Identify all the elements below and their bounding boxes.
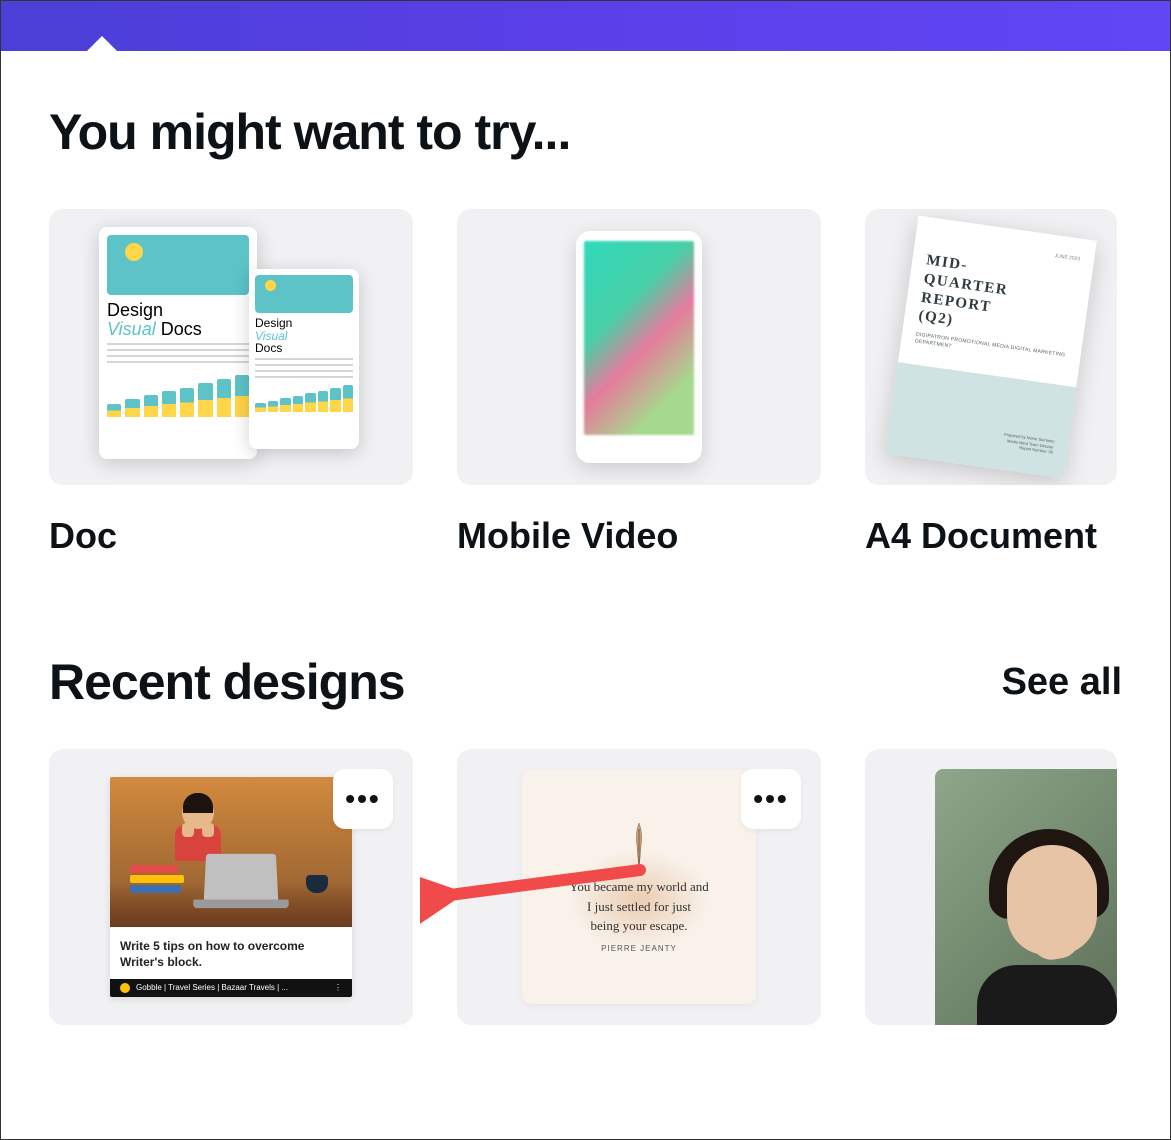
recent-card-1[interactable]: Write 5 tips on how to overcome Writer's…	[49, 749, 413, 1025]
template-card-mobile-video[interactable]: Mobile Video	[457, 209, 821, 557]
more-options-button[interactable]: •••	[741, 769, 801, 829]
doc-thumb-title: Design	[107, 300, 163, 320]
template-label-a4: A4 Document	[865, 515, 1122, 557]
template-preview-doc: Design Visual Docs Design Visual Docs	[49, 209, 413, 485]
recent-1-footer: Gobble | Travel Series | Bazaar Travels …	[136, 983, 288, 992]
recent-card-3[interactable]	[865, 749, 1117, 1025]
phone-frame	[576, 231, 702, 463]
recent-card-row: Write 5 tips on how to overcome Writer's…	[49, 749, 1122, 1025]
template-preview-mobile-video	[457, 209, 821, 485]
top-banner	[1, 1, 1170, 51]
feather-icon	[629, 821, 649, 871]
template-label-doc: Doc	[49, 515, 413, 557]
more-options-button[interactable]: •••	[333, 769, 393, 829]
try-section-heading: You might want to try...	[49, 103, 1122, 161]
more-icon: •••	[345, 783, 380, 815]
try-card-row: Design Visual Docs Design Visual Docs	[49, 209, 1122, 557]
recent-section-heading: Recent designs	[49, 653, 405, 711]
recent-card-2[interactable]: You became my world and I just settled f…	[457, 749, 821, 1025]
more-icon: •••	[753, 783, 788, 815]
template-label-mobile-video: Mobile Video	[457, 515, 821, 557]
recent-1-caption: Write 5 tips on how to overcome Writer's…	[110, 927, 352, 978]
template-card-a4[interactable]: JUNE 2023 MID- QUARTER REPORT (Q2) DIGIP…	[865, 209, 1122, 557]
quote-author: PIERRE JEANTY	[601, 944, 677, 953]
doc-thumb-visual: Visual	[107, 319, 156, 339]
doc-thumb-docs: Docs	[161, 319, 202, 339]
see-all-link[interactable]: See all	[1002, 661, 1122, 704]
template-card-doc[interactable]: Design Visual Docs Design Visual Docs	[49, 209, 413, 557]
template-preview-a4: JUNE 2023 MID- QUARTER REPORT (Q2) DIGIP…	[865, 209, 1117, 485]
